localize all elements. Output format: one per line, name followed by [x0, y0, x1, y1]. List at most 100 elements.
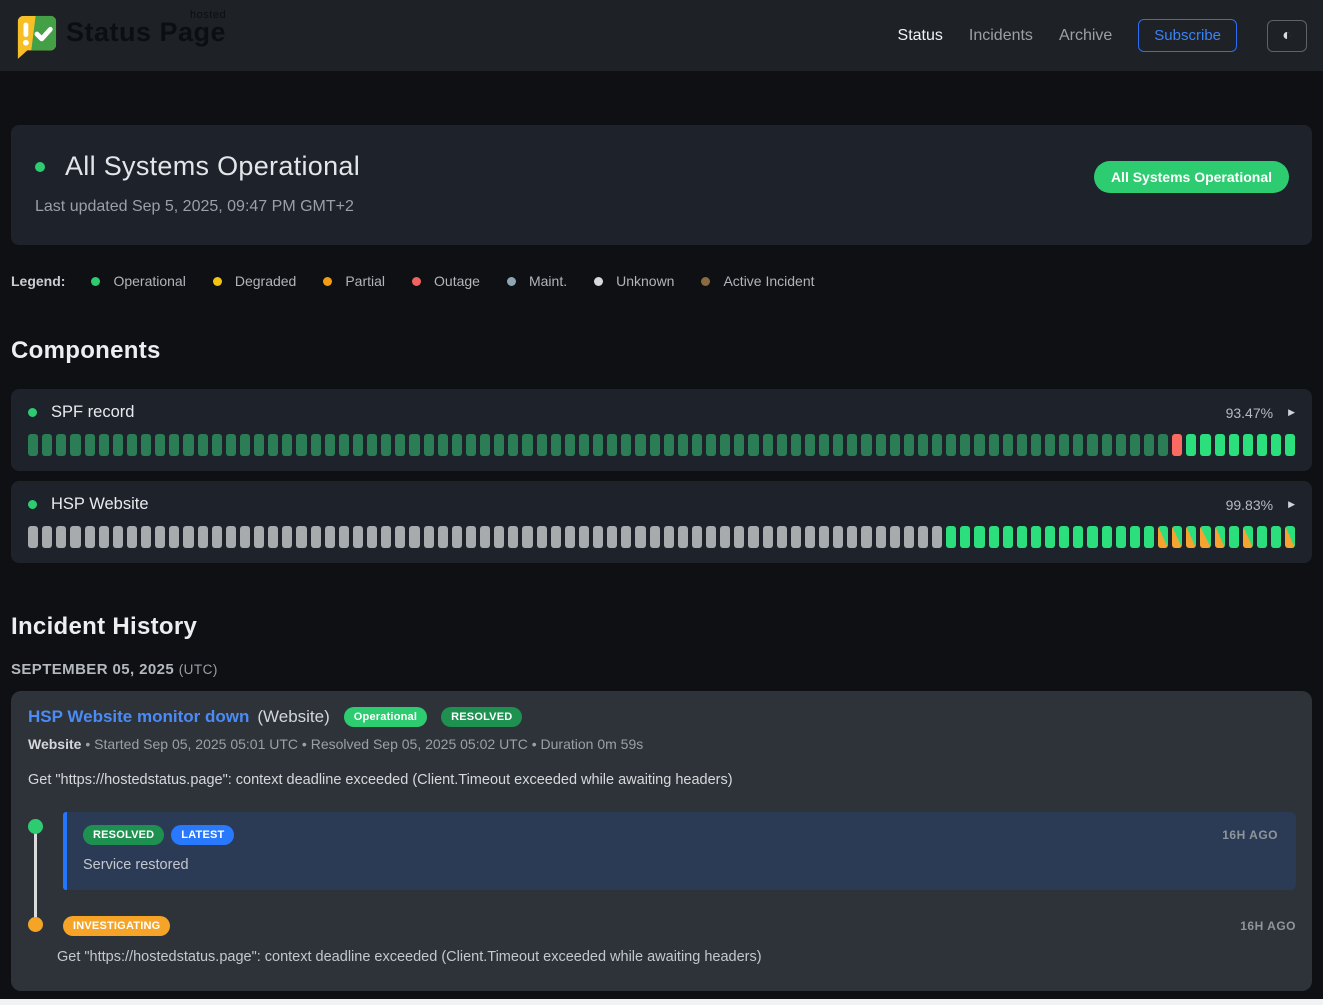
uptime-bar-ok_dim — [254, 434, 264, 456]
uptime-bar-unknown — [85, 526, 95, 548]
uptime-bar-ok — [1087, 526, 1097, 548]
uptime-bar-unknown — [466, 526, 476, 548]
uptime-bar-ok_dim — [452, 434, 462, 456]
uptime-bar-ok — [1073, 526, 1083, 548]
brand-name: Status Page — [66, 17, 226, 47]
subscribe-button[interactable]: Subscribe — [1138, 19, 1237, 52]
uptime-bar-ok — [1200, 434, 1210, 456]
uptime-bar-ok — [960, 526, 970, 548]
update-timestamp: 16H AGO — [1222, 828, 1278, 842]
uptime-bar-ok_dim — [565, 434, 575, 456]
uptime-bar-unknown — [777, 526, 787, 548]
uptime-bar-unknown — [748, 526, 758, 548]
uptime-bar-ok_dim — [706, 434, 716, 456]
uptime-bar-ok_dim — [409, 434, 419, 456]
footer-strip — [0, 999, 1323, 1005]
legend-item-label: Degraded — [235, 273, 297, 289]
uptime-bar-unknown — [56, 526, 66, 548]
uptime-bar-ok — [1257, 526, 1267, 548]
uptime-bar-unknown — [706, 526, 716, 548]
component-row-header[interactable]: HSP Website 99.83% ▶ — [28, 495, 1295, 514]
uptime-bar-unknown — [918, 526, 928, 548]
uptime-bar-ok — [1271, 434, 1281, 456]
uptime-bar-ok — [1186, 434, 1196, 456]
uptime-bar-ok — [1229, 434, 1239, 456]
uptime-bar-ok_dim — [1116, 434, 1126, 456]
brand-logo[interactable]: hosted Status Page — [12, 7, 226, 64]
legend-item-active-incident: Active Incident — [701, 273, 814, 289]
uptime-percentage: 93.47% — [1226, 405, 1273, 421]
uptime-bar-strip — [28, 526, 1295, 548]
uptime-bar-ok — [989, 526, 999, 548]
overall-status-badge: All Systems Operational — [1094, 161, 1289, 193]
uptime-bar-unknown — [904, 526, 914, 548]
active-incident-dot-icon — [701, 277, 710, 286]
component-name: HSP Website — [51, 495, 149, 514]
uptime-bar-unknown — [650, 526, 660, 548]
legend-item-outage: Outage — [412, 273, 480, 289]
uptime-bar-ok_dim — [325, 434, 335, 456]
uptime-bar-ok_dim — [635, 434, 645, 456]
uptime-bar-ok_dim — [141, 434, 151, 456]
uptime-bar-unknown — [819, 526, 829, 548]
uptime-bar-ok_dim — [198, 434, 208, 456]
status-bubble-icon — [12, 13, 58, 64]
uptime-bar-ok_dim — [974, 434, 984, 456]
uptime-bar-ok_dim — [621, 434, 631, 456]
update-timestamp: 16H AGO — [1240, 919, 1296, 933]
overall-status-title: All Systems Operational — [65, 151, 360, 182]
uptime-bar-ok_dim — [777, 434, 787, 456]
theme-toggle-button[interactable]: ◐ — [1267, 20, 1307, 52]
uptime-bar-unknown — [480, 526, 490, 548]
uptime-bar-unknown — [353, 526, 363, 548]
legend-item-label: Unknown — [616, 273, 674, 289]
uptime-bar-unknown — [282, 526, 292, 548]
incident-date: SEPTEMBER 05, 2025 — [11, 661, 174, 678]
uptime-bar-ok — [1059, 526, 1069, 548]
legend-item-maint: Maint. — [507, 273, 567, 289]
component-row-header[interactable]: SPF record 93.47% ▶ — [28, 403, 1295, 422]
uptime-bar-unknown — [240, 526, 250, 548]
uptime-bar-ok — [1144, 526, 1154, 548]
expand-chevron-icon[interactable]: ▶ — [1288, 499, 1295, 510]
uptime-bar-ok_dim — [1045, 434, 1055, 456]
uptime-bar-degraded — [1172, 526, 1182, 548]
uptime-bar-unknown — [805, 526, 815, 548]
uptime-bar-ok_dim — [1073, 434, 1083, 456]
uptime-bar-ok_dim — [904, 434, 914, 456]
uptime-bar-ok_dim — [989, 434, 999, 456]
uptime-bar-ok_dim — [183, 434, 193, 456]
timeline-entry-investigating: INVESTIGATING 16H AGO Get "https://hoste… — [28, 916, 1296, 965]
uptime-bar-ok — [1003, 526, 1013, 548]
uptime-bar-unknown — [791, 526, 801, 548]
uptime-bar-unknown — [254, 526, 264, 548]
uptime-bar-unknown — [508, 526, 518, 548]
uptime-bar-ok_dim — [282, 434, 292, 456]
uptime-bar-ok_dim — [692, 434, 702, 456]
nav-incidents[interactable]: Incidents — [969, 27, 1033, 45]
resolved-badge: RESOLVED — [83, 825, 164, 845]
investigating-badge: INVESTIGATING — [63, 916, 170, 936]
incident-date-heading: SEPTEMBER 05, 2025 (UTC) — [11, 661, 1312, 678]
uptime-bar-ok_dim — [85, 434, 95, 456]
uptime-bar-ok_dim — [805, 434, 815, 456]
unknown-dot-icon — [594, 277, 603, 286]
incident-title-link[interactable]: HSP Website monitor down — [28, 707, 249, 727]
nav-archive[interactable]: Archive — [1059, 27, 1112, 45]
uptime-bar-ok_dim — [1003, 434, 1013, 456]
legend-item-operational: Operational — [91, 273, 185, 289]
uptime-bar-ok_dim — [593, 434, 603, 456]
uptime-bar-unknown — [692, 526, 702, 548]
incident-timeline: RESOLVED LATEST 16H AGO Service restored… — [28, 812, 1296, 965]
uptime-bar-ok_dim — [1144, 434, 1154, 456]
uptime-bar-ok_dim — [1130, 434, 1140, 456]
uptime-bar-down — [1172, 434, 1182, 456]
uptime-bar-degraded — [1186, 526, 1196, 548]
incident-description: Get "https://hostedstatus.page": context… — [28, 772, 1296, 788]
uptime-bar-unknown — [381, 526, 391, 548]
uptime-bar-degraded — [1215, 526, 1225, 548]
uptime-bar-unknown — [579, 526, 589, 548]
nav-status[interactable]: Status — [898, 27, 943, 45]
uptime-bar-ok_dim — [240, 434, 250, 456]
expand-chevron-icon[interactable]: ▶ — [1288, 407, 1295, 418]
